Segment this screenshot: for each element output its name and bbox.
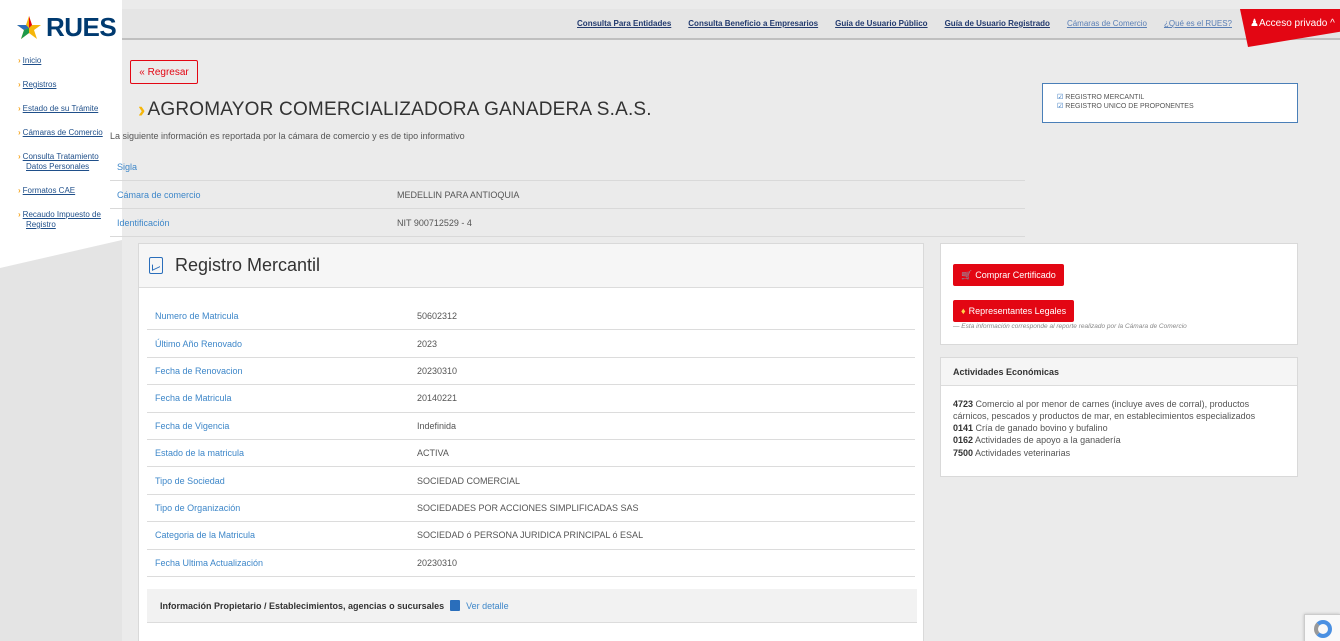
nav-que-es-rues[interactable]: ¿Qué es el RUES? <box>1164 19 1232 28</box>
top-nav-links: Consulta Para Entidades Consulta Benefic… <box>577 19 1232 28</box>
registro-mercantil-table: Numero de Matricula 50602312 Último Año R… <box>147 303 915 577</box>
registro-mercantil-panel: Registro Mercantil Numero de Matricula 50… <box>138 243 924 641</box>
chevron-up-icon: ^ <box>1330 18 1335 29</box>
nav-consulta-beneficio[interactable]: Consulta Beneficio a Empresarios <box>688 19 818 28</box>
chevron-right-icon: › <box>138 97 146 122</box>
list-item: 4723 Comercio al por menor de carnes (in… <box>953 399 1256 422</box>
nav-guia-registrado[interactable]: Guía de Usuario Registrado <box>945 19 1050 28</box>
chevron-right-icon: › <box>18 128 21 137</box>
registros-box: ☑ REGISTRO MERCANTIL ☑ REGISTRO UNICO DE P… <box>1042 83 1298 123</box>
chevron-right-icon: › <box>18 80 21 89</box>
sidebar-wedge <box>0 240 122 268</box>
actividades-list: 4723 Comercio al por menor de carnes (in… <box>941 386 1297 459</box>
page-title: › AGROMAYOR COMERCIALIZADORA GANADERA S.… <box>138 97 652 123</box>
actividades-panel: Actividades Económicas 4723 Comercio al … <box>940 357 1298 477</box>
table-row: Tipo de Organización SOCIEDADES POR ACCIO… <box>147 495 915 523</box>
table-row: Identificación NIT 900712529 - 4 <box>110 209 1025 237</box>
user-icon: ♟ <box>1250 18 1259 29</box>
chevron-right-icon: › <box>18 152 21 161</box>
panel-header: Registro Mercantil <box>139 244 923 288</box>
table-row: Numero de Matricula 50602312 <box>147 303 915 331</box>
ver-detalle-link[interactable]: Ver detalle <box>466 601 509 611</box>
registro-item: ☑ REGISTRO MERCANTIL <box>1057 94 1145 101</box>
cart-icon: 🛒 <box>961 269 973 280</box>
panel-title: Registro Mercantil <box>175 255 321 275</box>
registro-item: ☑ REGISTRO UNICO DE PROPONENTES <box>1057 103 1194 111</box>
actividades-title: Actividades Económicas <box>941 358 1297 386</box>
rues-logo[interactable]: RUES <box>16 12 117 43</box>
table-row: Fecha de Vigencia Indefinida <box>147 413 915 440</box>
nav-camaras-comercio[interactable]: Cámaras de Comercio <box>1067 19 1147 28</box>
top-navbar: Consulta Para Entidades Consulta Benefic… <box>122 9 1340 47</box>
recaptcha-badge[interactable] <box>1304 614 1340 641</box>
company-name: AGROMAYOR COMERCIALIZADORA GANADERA S.A.… <box>147 99 652 120</box>
table-row: Estado de la matricula ACTIVA <box>147 440 915 468</box>
list-item: 0141 Cría de ganado bovino y bufalino <box>953 423 1108 434</box>
list-item: 7500 Actividades veterinarias <box>953 447 1071 458</box>
table-row: Fecha de Matricula 20140221 <box>147 385 915 413</box>
gavel-icon: ♦ <box>961 306 966 316</box>
sidebar-item-recaudo-impuesto[interactable]: › Recaudo Impuesto de Registro <box>18 210 118 230</box>
chart-document-icon <box>149 257 163 274</box>
sidebar-item-datos-personales[interactable]: › Consulta Tratamiento Datos Personales <box>18 152 118 172</box>
representantes-legales-button[interactable]: ♦ Representantes Legales <box>953 300 1075 322</box>
owner-info-label: Información Propietario / Establecimient… <box>160 600 445 611</box>
check-square-icon: ☑ <box>1057 103 1064 111</box>
list-item: 0162 Actividades de apoyo a la ganadería <box>953 435 1121 446</box>
nav-consulta-entidades[interactable]: Consulta Para Entidades <box>577 19 671 28</box>
owner-info-bar: Información Propietario / Establecimient… <box>147 589 917 623</box>
nav-guia-publico[interactable]: Guía de Usuario Público <box>835 19 927 28</box>
chevron-right-icon: › <box>18 104 21 113</box>
rues-star-icon <box>16 15 42 41</box>
table-row: Cámara de comercio MEDELLIN PARA ANTIOQUI… <box>110 181 1025 209</box>
disclaimer-text: — Esta información corresponde al report… <box>953 323 1187 330</box>
basic-info-table: Sigla Cámara de comercio MEDELLIN PARA AN… <box>110 153 1025 237</box>
sidebar-item-camaras[interactable]: › Cámaras de Comercio <box>18 128 118 138</box>
chevron-right-icon: › <box>18 56 21 65</box>
sidebar-item-formatos-cae[interactable]: › Formatos CAE <box>18 186 118 196</box>
recaptcha-icon <box>1313 620 1332 638</box>
document-icon[interactable] <box>450 600 461 611</box>
table-row: Sigla <box>110 153 1025 181</box>
sidebar-item-estado-tramite[interactable]: › Estado de su Trámite <box>18 104 118 114</box>
table-row: Tipo de Sociedad SOCIEDAD COMERCIAL <box>147 467 915 495</box>
check-square-icon: ☑ <box>1057 94 1064 101</box>
table-row: Último Año Renovado 2023 <box>147 330 915 358</box>
logo-text: RUES <box>46 12 117 42</box>
sidebar-item-registros[interactable]: › Registros <box>18 80 118 90</box>
table-row: Categoria de la Matricula SOCIEDAD ó PERS… <box>147 522 915 550</box>
acceso-privado-button[interactable]: ♟Acceso privado ^ <box>1240 9 1340 47</box>
regresar-button[interactable]: « Regresar <box>130 60 198 84</box>
chevron-right-icon: › <box>18 186 21 195</box>
table-row: Fecha de Renovacion 20230310 <box>147 358 915 386</box>
table-row: Fecha Ultima Actualización 20230310 <box>147 550 915 577</box>
comprar-certificado-button[interactable]: 🛒 Comprar Certificado <box>953 264 1064 286</box>
chevron-right-icon: › <box>18 210 21 219</box>
sidebar-item-inicio[interactable]: › Inicio <box>18 56 118 66</box>
info-notice: La siguiente información es reportada po… <box>110 131 465 141</box>
actions-panel: 🛒 Comprar Certificado ♦ Representantes Leg… <box>940 243 1298 345</box>
sidebar-nav: › Inicio › Registros › Estado de su Trámite… <box>18 56 118 244</box>
sidebar-footer-area <box>0 240 122 641</box>
